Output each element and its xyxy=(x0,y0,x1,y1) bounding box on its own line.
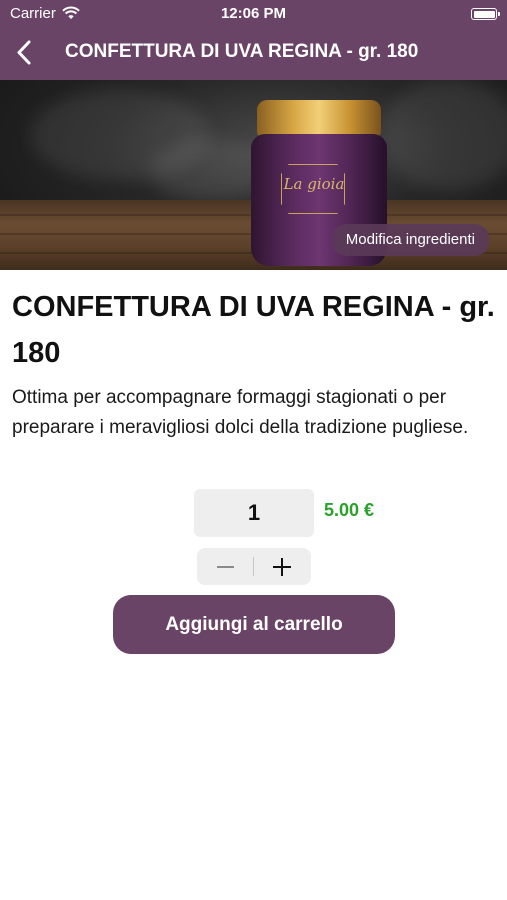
price-label: 5.00 € xyxy=(324,500,375,520)
battery-icon xyxy=(471,8,500,20)
chevron-left-icon xyxy=(17,40,31,65)
increment-button[interactable] xyxy=(254,548,311,585)
jar-lid xyxy=(257,100,381,136)
product-description: Ottima per accompagnare formaggi stagion… xyxy=(12,387,469,438)
back-button[interactable] xyxy=(10,38,40,68)
clock: 12:06 PM xyxy=(220,5,287,22)
minus-icon xyxy=(217,566,234,568)
jar-label: La gioia xyxy=(281,164,345,214)
add-to-cart-button[interactable]: Aggiungi al carrello xyxy=(113,595,395,654)
nav-title: CONFETTURA DI UVA REGINA - gr. 180 xyxy=(65,41,419,62)
quantity-field[interactable]: 1 xyxy=(194,489,314,537)
edit-ingredients-button[interactable]: Modifica ingredienti xyxy=(331,224,489,256)
smoke-shape xyxy=(380,80,507,190)
nav-header: Carrier 12:06 PM CONFETTURA DI UVA REGIN… xyxy=(0,0,507,80)
jar-brand-logo: La gioia xyxy=(283,175,345,193)
quantity-stepper xyxy=(197,548,311,585)
product-title: CONFETTURA DI UVA REGINA - gr. 180 xyxy=(12,291,495,369)
decrement-button[interactable] xyxy=(197,548,254,585)
status-bar: Carrier 12:06 PM xyxy=(0,0,507,28)
